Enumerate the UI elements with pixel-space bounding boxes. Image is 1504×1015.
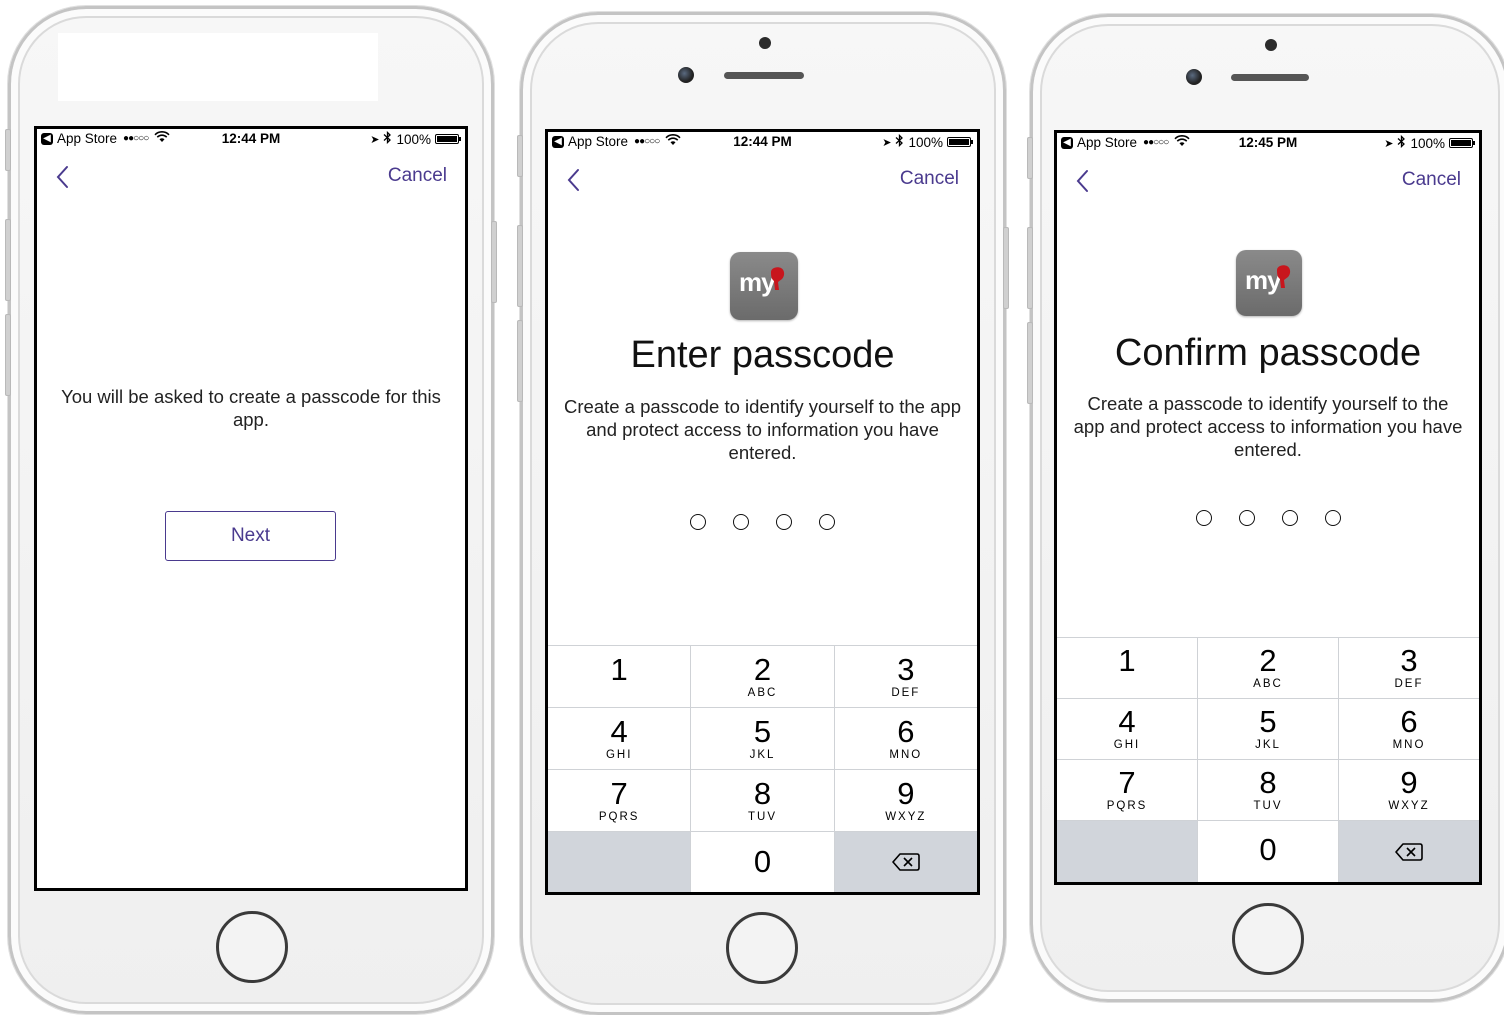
key-3[interactable]: 3 DEF <box>1339 637 1479 698</box>
earpiece-speaker <box>1231 74 1309 81</box>
battery-percent: 100% <box>396 131 431 147</box>
battery-percent: 100% <box>908 134 943 150</box>
home-button[interactable] <box>726 912 798 984</box>
side-button <box>1027 322 1033 404</box>
side-button <box>1027 137 1033 179</box>
key-1[interactable]: 1 <box>548 645 692 707</box>
key-7[interactable]: 7 PQRS <box>548 769 692 831</box>
key-delete[interactable] <box>834 831 977 892</box>
battery-percent: 100% <box>1410 135 1445 151</box>
home-button[interactable] <box>1232 903 1304 975</box>
key-6[interactable]: 6 MNO <box>1339 698 1479 759</box>
passcode-dot <box>1195 510 1212 526</box>
location-arrow-icon: ➤ <box>1384 137 1394 150</box>
screen-intro: ◀ App Store ●●○○○ 12:44 PM ➤ 100% Cancel… <box>34 126 468 891</box>
key-1[interactable]: 1 <box>1057 637 1198 698</box>
key-4[interactable]: 4 GHI <box>548 707 692 769</box>
side-button <box>5 219 11 301</box>
side-button <box>1027 227 1033 309</box>
key-empty <box>1057 820 1198 882</box>
status-bar: ◀ App Store ●●○○○ 12:44 PM ➤ 100% <box>548 132 977 154</box>
passcode-dot <box>1281 510 1298 526</box>
description-text: Create a passcode to identify yourself t… <box>564 396 961 463</box>
cancel-button[interactable]: Cancel <box>1402 169 1461 191</box>
key-empty <box>548 831 692 892</box>
screen-enter-passcode: ◀ App Store ●●○○○ 12:44 PM ➤ 100% Cancel… <box>545 129 980 895</box>
key-8[interactable]: 8 TUV <box>1198 759 1339 820</box>
battery-icon <box>947 137 973 147</box>
numeric-keypad: 1 2 ABC 3 DEF 4 GHI 5 JKL 6 MNO 7 PQRS 8 TUV 9W… <box>1057 637 1479 882</box>
passcode-dot <box>819 514 835 530</box>
key-3[interactable]: 3 DEF <box>834 645 977 707</box>
key-9[interactable]: 9 WXYZ <box>1339 759 1479 820</box>
side-button <box>1003 227 1009 309</box>
key-5[interactable]: 5 JKL <box>1198 698 1339 759</box>
next-button[interactable]: Next <box>165 511 336 561</box>
key-9[interactable]: 9 WXYZ <box>834 769 977 831</box>
backspace-icon <box>892 853 920 871</box>
bluetooth-icon <box>895 133 904 150</box>
key-2[interactable]: 2 ABC <box>1198 637 1339 698</box>
app-logo-icon: my <box>1236 250 1302 316</box>
battery-icon <box>1449 138 1475 148</box>
passcode-dot <box>1324 510 1341 526</box>
status-bar: ◀ App Store ●●○○○ 12:44 PM ➤ 100% <box>37 129 465 151</box>
key-0[interactable]: 0 <box>691 831 835 892</box>
passcode-dot <box>776 514 792 530</box>
back-chevron-icon[interactable] <box>53 163 75 191</box>
backspace-icon <box>1395 842 1423 861</box>
cancel-button[interactable]: Cancel <box>900 168 959 190</box>
earpiece-speaker <box>724 72 804 79</box>
front-camera <box>678 67 694 83</box>
key-0[interactable]: 0 <box>1198 820 1339 882</box>
passcode-dot <box>733 514 749 530</box>
intro-message: You will be asked to create a passcode f… <box>61 386 441 430</box>
key-4[interactable]: 4 GHI <box>1057 698 1198 759</box>
passcode-dot <box>690 514 706 530</box>
cancel-button[interactable]: Cancel <box>388 165 447 187</box>
battery-icon <box>435 134 461 144</box>
home-button[interactable] <box>216 911 288 983</box>
side-button <box>517 225 523 307</box>
location-arrow-icon: ➤ <box>882 136 892 149</box>
back-chevron-icon[interactable] <box>564 166 586 194</box>
page-title: Enter passcode <box>630 334 895 376</box>
bluetooth-icon <box>383 130 392 147</box>
status-bar: ◀ App Store ●●○○○ 12:45 PM ➤ 100% <box>1057 133 1479 155</box>
proximity-sensor <box>1265 39 1277 51</box>
passcode-dots <box>548 514 977 530</box>
key-5[interactable]: 5 JKL <box>691 707 835 769</box>
location-arrow-icon: ➤ <box>370 133 380 146</box>
app-logo-icon: my <box>730 252 798 320</box>
page-title: Confirm passcode <box>1114 332 1422 374</box>
white-mask <box>58 33 378 101</box>
side-button <box>517 135 523 177</box>
numeric-keypad: 1 2 ABC 3 DEF 4 GHI 5 JKL 6 MNO 7 PQRS 8 TUV 9W… <box>548 645 977 892</box>
bluetooth-icon <box>1397 134 1406 151</box>
key-8[interactable]: 8 TUV <box>691 769 835 831</box>
passcode-dot <box>1238 510 1255 526</box>
key-6[interactable]: 6 MNO <box>834 707 977 769</box>
screen-confirm-passcode: ◀ App Store ●●○○○ 12:45 PM ➤ 100% Cancel… <box>1054 130 1482 885</box>
side-button <box>517 320 523 402</box>
key-7[interactable]: 7 PQRS <box>1057 759 1198 820</box>
key-2[interactable]: 2 ABC <box>691 645 835 707</box>
back-chevron-icon[interactable] <box>1073 167 1095 195</box>
front-camera <box>1186 69 1202 85</box>
side-button <box>491 221 497 303</box>
side-button <box>5 314 11 396</box>
side-button <box>5 129 11 171</box>
passcode-dots <box>1057 510 1479 526</box>
description-text: Create a passcode to identify yourself t… <box>1073 393 1463 460</box>
proximity-sensor <box>759 37 771 49</box>
key-delete[interactable] <box>1339 820 1479 882</box>
